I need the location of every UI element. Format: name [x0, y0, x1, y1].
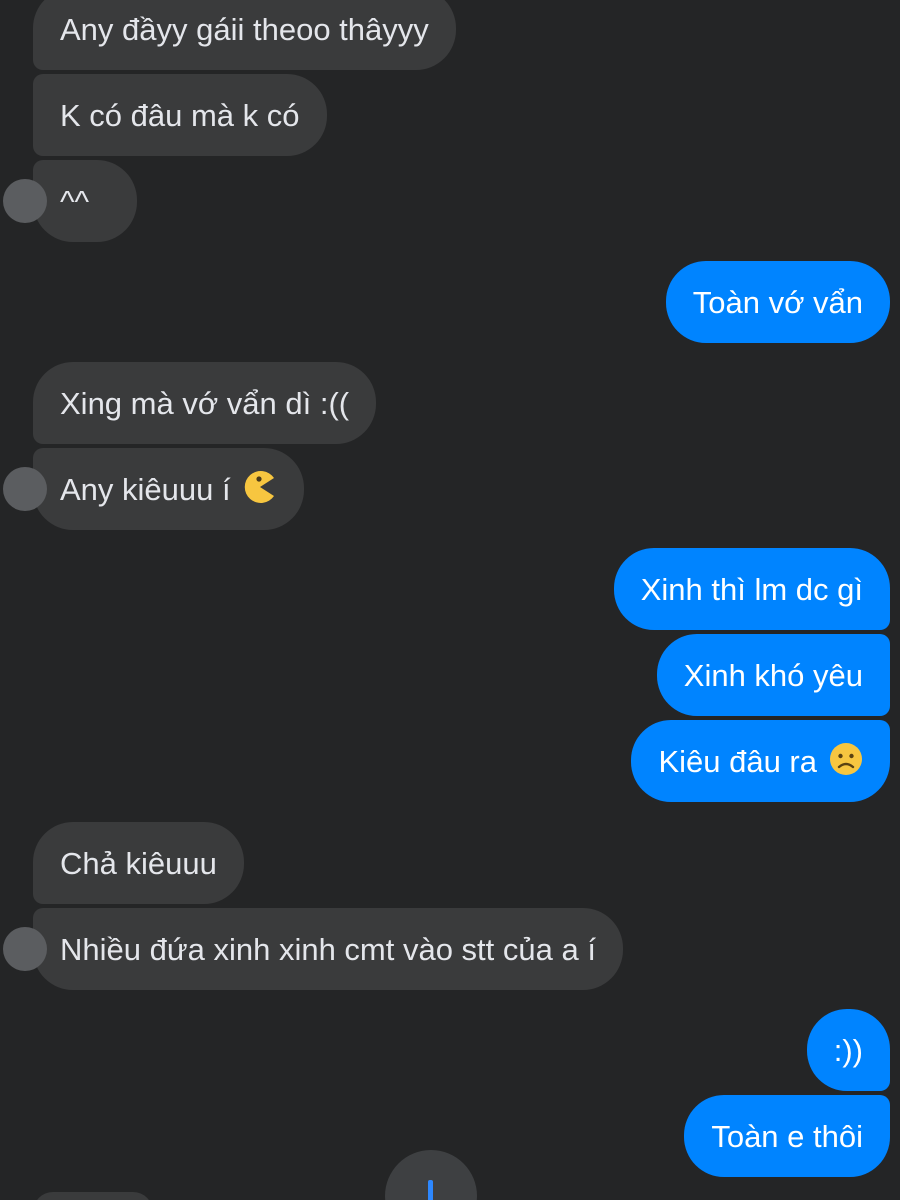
message-bubble-incoming[interactable]: ^^: [3, 160, 137, 242]
message-bubble-incoming[interactable]: Nhiều đứa xinh xinh cmt vào stt của a í: [3, 908, 623, 990]
sender-avatar[interactable]: [3, 179, 47, 223]
frowning-face-emoji-icon: [829, 742, 863, 781]
message-text: ^^: [60, 183, 90, 219]
message-bubble-outgoing[interactable]: Toàn e thôi: [684, 1095, 890, 1177]
message-bubble-incoming-partial[interactable]: [33, 1192, 153, 1200]
message-text: Any kiêuuu í: [60, 471, 231, 507]
message-text: Nhiều đứa xinh xinh cmt vào stt của a í: [60, 931, 596, 967]
message-bubble-incoming[interactable]: Xing mà vớ vẩn dì :((: [33, 362, 377, 444]
message-text: Xinh khó yêu: [683, 657, 863, 693]
message-bubble-outgoing[interactable]: Kiêu đâu ra: [631, 720, 890, 802]
message-bubble-outgoing[interactable]: :)): [806, 1009, 890, 1091]
sender-avatar[interactable]: [3, 467, 47, 511]
message-bubble-outgoing[interactable]: Xinh khó yêu: [656, 634, 890, 716]
message-text: Toàn e thôi: [711, 1118, 863, 1154]
message-bubble-incoming[interactable]: Any kiêuuu í: [3, 448, 304, 530]
message-text: :)): [833, 1032, 863, 1068]
message-text: Xinh thì lm dc gì: [640, 571, 863, 607]
sender-avatar[interactable]: [3, 927, 47, 971]
message-bubble-incoming[interactable]: K có đâu mà k có: [33, 74, 327, 156]
message-text: Toàn vớ vẩn: [692, 284, 863, 320]
message-text: K có đâu mà k có: [60, 97, 300, 133]
message-text: Chả kiêuuu: [60, 845, 217, 881]
message-bubble-incoming[interactable]: Chả kiêuuu: [33, 822, 244, 904]
message-bubble-outgoing[interactable]: Toàn vớ vẩn: [665, 261, 890, 343]
message-text: Kiêu đâu ra: [658, 743, 817, 779]
message-text: Any đầyy gáii theoo thâyyy: [60, 11, 429, 47]
message-bubble-incoming[interactable]: Any đầyy gáii theoo thâyyy: [33, 0, 456, 70]
scroll-to-bottom-button[interactable]: [385, 1150, 477, 1200]
arrow-down-icon: [428, 1180, 433, 1200]
pacman-emoji-icon: [243, 470, 277, 509]
message-bubble-outgoing[interactable]: Xinh thì lm dc gì: [613, 548, 890, 630]
message-text: Xing mà vớ vẩn dì :((: [60, 385, 350, 421]
